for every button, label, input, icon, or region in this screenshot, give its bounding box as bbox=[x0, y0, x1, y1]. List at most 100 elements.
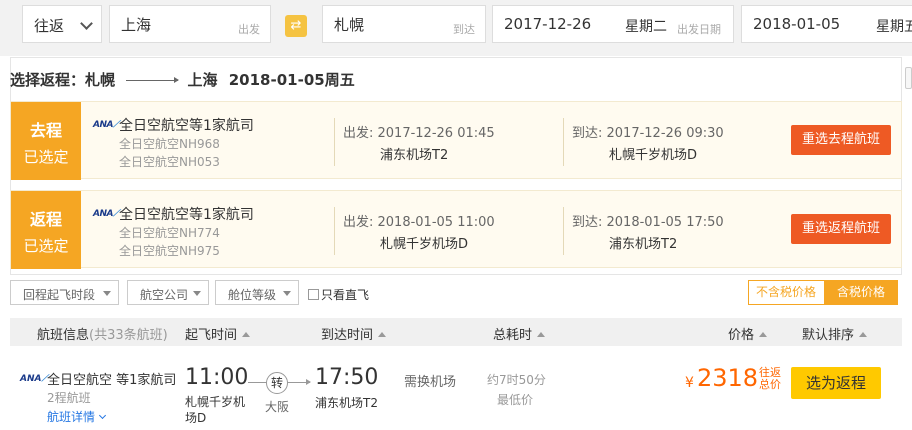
leg-flight-number: 全日空航空NH053 bbox=[119, 155, 220, 169]
filter-label: 舱位等级 bbox=[228, 288, 277, 302]
chevron-down-icon bbox=[98, 411, 107, 420]
filter-label: 回程起飞时段 bbox=[23, 288, 96, 302]
divider bbox=[563, 207, 564, 255]
result-segments: 2程航班 bbox=[47, 391, 91, 405]
leg-airline: 全日空航空等1家航司 bbox=[119, 207, 254, 223]
sort-up-icon bbox=[759, 332, 768, 337]
result-duration: 约7时50分 bbox=[487, 373, 546, 387]
sort-default[interactable]: 默认排序 bbox=[802, 324, 868, 343]
depart-weekday: 星期二 bbox=[625, 19, 667, 35]
route-from: 札幌 bbox=[85, 71, 116, 89]
from-city-hint: 出发 bbox=[238, 23, 260, 36]
tax-excluded-option[interactable]: 不含税价格 bbox=[749, 281, 823, 304]
col-flight-info: 航班信息(共33条航班) bbox=[37, 324, 168, 343]
checkbox-icon[interactable] bbox=[308, 289, 319, 300]
leg-flight-number: 全日空航空NH774 bbox=[119, 226, 220, 240]
from-city-field[interactable]: 上海 出发 bbox=[109, 5, 271, 43]
leg-arrive-time: 到达: 2018-01-05 17:50 bbox=[572, 215, 724, 230]
lowest-price-tag: 最低价 bbox=[497, 393, 534, 407]
flight-details-label: 航班详情 bbox=[47, 410, 96, 424]
trip-type-value: 往返 bbox=[34, 17, 65, 35]
tax-included-option[interactable]: 含税价格 bbox=[824, 281, 898, 304]
select-return-button[interactable]: 选为返程 bbox=[791, 367, 881, 399]
scrollbar-handle[interactable] bbox=[905, 67, 912, 89]
leg-tag-status: 已选定 bbox=[23, 148, 69, 166]
airline-filter[interactable]: 航空公司 bbox=[127, 280, 209, 305]
logo-text: ANA bbox=[20, 374, 42, 384]
result-depart-airport: 札幌千岁机场D bbox=[185, 395, 246, 425]
result-arrive-airport: 浦东机场T2 bbox=[315, 396, 378, 410]
col-price-label: 价格 bbox=[728, 328, 755, 343]
return-time-filter[interactable]: 回程起飞时段 bbox=[10, 280, 119, 305]
to-city-value: 札幌 bbox=[334, 16, 365, 34]
leg-depart-time: 出发: 2018-01-05 11:00 bbox=[343, 215, 495, 230]
price-currency: ¥ bbox=[685, 375, 694, 391]
caret-down-icon bbox=[193, 291, 201, 296]
transfer-badge: 转 bbox=[266, 372, 288, 394]
col-duration-label: 总耗时 bbox=[493, 328, 533, 343]
leg-flight-number: 全日空航空NH975 bbox=[119, 244, 220, 258]
chevron-down-icon bbox=[80, 17, 93, 30]
leg-airline: 全日空航空等1家航司 bbox=[119, 118, 254, 134]
col-depart-label: 起飞时间 bbox=[185, 328, 238, 343]
result-price: 2318 bbox=[697, 364, 759, 392]
flight-list-header: 航班信息(共33条航班) 起飞时间 到达时间 总耗时 价格 默认排序 bbox=[10, 318, 902, 346]
sort-up-icon bbox=[242, 332, 251, 337]
rechoose-return-button[interactable]: 重选返程航班 bbox=[791, 214, 891, 244]
trip-type-select[interactable]: 往返 bbox=[22, 5, 102, 43]
leg-depart-airport: 浦东机场T2 bbox=[380, 148, 449, 163]
return-leg-tag: 返程 已选定 bbox=[11, 191, 81, 269]
sort-depart-time[interactable]: 起飞时间 bbox=[185, 324, 251, 343]
return-weekday: 星期五 bbox=[876, 19, 912, 35]
rechoose-outbound-button[interactable]: 重选去程航班 bbox=[791, 125, 891, 155]
search-bar: 往返 上海 出发 ⇄ 札幌 到达 2017-12-26 星期二 出发日期 201… bbox=[0, 0, 912, 56]
route-title: 选择返程：札幌 上海 2018-01-05周五 bbox=[10, 69, 355, 90]
change-airport-note: 需换机场 bbox=[404, 375, 457, 390]
sort-duration[interactable]: 总耗时 bbox=[493, 324, 546, 343]
result-airline: 全日空航空 等1家航司 bbox=[47, 373, 177, 388]
leg-depart-time: 出发: 2017-12-26 01:45 bbox=[343, 126, 495, 141]
return-date-field[interactable]: 2018-01-05 星期五 bbox=[741, 5, 912, 43]
ana-logo-icon: ANA⟋ bbox=[93, 120, 119, 130]
transfer-city: 大阪 bbox=[265, 400, 290, 414]
flight-details-link[interactable]: 航班详情 bbox=[47, 408, 107, 425]
cabin-filter[interactable]: 舱位等级 bbox=[215, 280, 299, 305]
divider bbox=[563, 118, 564, 166]
sort-price[interactable]: 价格 bbox=[728, 324, 768, 343]
leg-tag-title: 返程 bbox=[29, 210, 62, 229]
caret-down-icon bbox=[283, 291, 291, 296]
return-leg-card: 返程 已选定 ANA⟋ 全日空航空等1家航司 全日空航空NH774 全日空航空N… bbox=[10, 190, 902, 269]
depart-date-field[interactable]: 2017-12-26 星期二 出发日期 bbox=[492, 5, 734, 43]
leg-arrive-airport: 札幌千岁机场D bbox=[609, 148, 698, 163]
depart-date-value: 2017-12-26 bbox=[504, 15, 592, 33]
result-arrive-time: 17:50 bbox=[315, 365, 379, 390]
leg-flight-number: 全日空航空NH968 bbox=[119, 137, 220, 151]
ana-logo-icon: ANA⟋ bbox=[20, 374, 48, 384]
arrow-right-icon bbox=[126, 77, 180, 83]
filter-label: 航空公司 bbox=[140, 288, 189, 302]
flight-count: (共33条航班) bbox=[89, 328, 168, 343]
leg-depart-airport: 札幌千岁机场D bbox=[380, 237, 469, 252]
from-city-value: 上海 bbox=[121, 16, 152, 34]
leg-tag-title: 去程 bbox=[29, 121, 62, 140]
sort-arrive-time[interactable]: 到达时间 bbox=[321, 324, 387, 343]
sort-up-icon bbox=[537, 332, 546, 337]
outbound-leg-card: 去程 已选定 ANA⟋ 全日空航空等1家航司 全日空航空NH968 全日空航空N… bbox=[10, 101, 902, 180]
col-sort-label: 默认排序 bbox=[802, 328, 855, 343]
to-city-hint: 到达 bbox=[453, 23, 475, 36]
caret-down-icon bbox=[103, 291, 111, 296]
outbound-leg-tag: 去程 已选定 bbox=[11, 102, 81, 180]
sort-up-icon bbox=[859, 332, 868, 337]
direct-only-checkbox[interactable]: 只看直飞 bbox=[308, 286, 369, 303]
to-city-field[interactable]: 札幌 到达 bbox=[322, 5, 486, 43]
swap-arrows-icon[interactable]: ⇄ bbox=[285, 15, 307, 37]
tax-price-toggle: 不含税价格 含税价格 bbox=[748, 280, 898, 305]
ana-logo-icon: ANA⟋ bbox=[93, 209, 119, 219]
sort-up-icon bbox=[378, 332, 387, 337]
result-depart-time: 11:00 bbox=[185, 365, 249, 390]
direct-only-label: 只看直飞 bbox=[321, 288, 370, 302]
divider bbox=[334, 118, 335, 166]
route-date: 2018-01-05周五 bbox=[228, 71, 355, 89]
price-note: 往返总价 bbox=[759, 366, 781, 391]
route-to: 上海 bbox=[187, 71, 218, 89]
